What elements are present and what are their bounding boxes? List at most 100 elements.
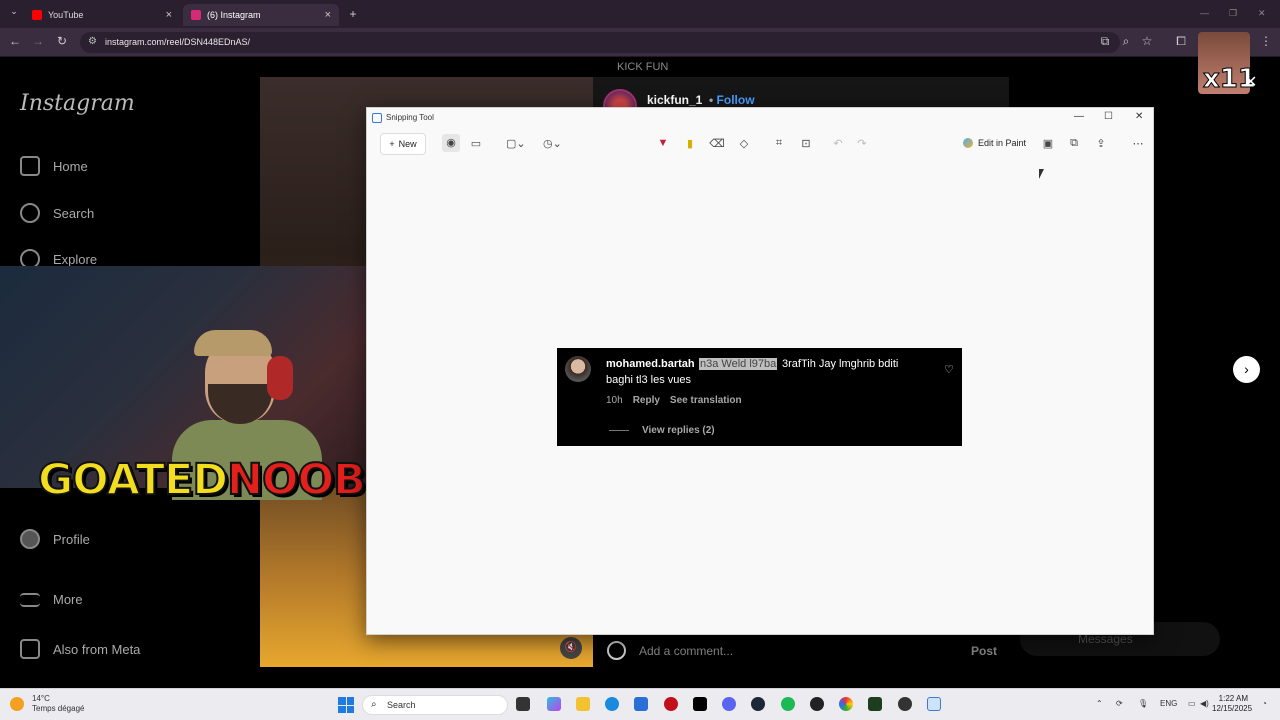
nav-label: Search [53,205,95,221]
nav-also-from-meta[interactable]: Also from Meta [20,639,140,659]
tray-chevron-icon[interactable]: ⌃ [1096,699,1103,708]
close-tab-icon[interactable]: × [166,9,172,21]
app-icon[interactable] [810,697,824,711]
volume-icon[interactable]: ◀) [1200,699,1209,708]
close-window-icon[interactable]: ✕ [1258,8,1266,19]
app-icon[interactable] [868,697,882,711]
notification-icon[interactable]: ◔ [1262,699,1267,708]
crop-icon[interactable]: ⌗ [771,137,787,150]
extensions-icon[interactable]: ⧠ [1173,34,1189,49]
nav-search[interactable]: Search [20,203,94,223]
add-comment-input[interactable]: Add a comment... [639,644,733,658]
copy-icon[interactable]: ⧉ [1066,137,1082,150]
maximize-icon[interactable]: ❐ [1229,8,1237,19]
menu-icon [20,592,40,607]
comment-highlighted-text: n3a Weld l97ba [699,358,778,370]
commenter-avatar[interactable] [565,356,591,382]
mute-icon[interactable]: 🔇 [560,637,582,659]
more-options-icon[interactable]: ⋯ [1130,137,1146,150]
nav-profile[interactable]: Profile [20,529,90,549]
file-explorer-icon[interactable] [576,697,590,711]
undo-icon[interactable]: ↶ [830,137,846,150]
nav-home[interactable]: Home [20,156,88,176]
task-view-icon[interactable] [516,697,530,711]
chrome-icon[interactable] [839,697,853,711]
captured-comment: mohamed.bartah n3a Weld l97ba 3rafTih Ja… [557,348,962,446]
zoom-icon[interactable]: ⌕ [1118,34,1134,49]
tray-app-icon[interactable]: ⟳ [1116,699,1123,708]
close-icon[interactable]: ✕ [1244,72,1257,92]
redo-icon[interactable]: ↷ [854,137,870,150]
discord-icon[interactable] [722,697,736,711]
app-icon[interactable] [664,697,678,711]
follow-button[interactable]: • Follow [709,93,755,107]
save-icon[interactable]: ▣ [1040,137,1056,150]
new-tab-button[interactable]: + [345,7,361,21]
text-actions-icon[interactable]: ⊡ [798,137,814,150]
tab-instagram[interactable]: (6) Instagram × [183,4,339,26]
edge-icon[interactable] [605,697,619,711]
new-snip-button[interactable]: + New [380,133,426,155]
url-text: instagram.com/reel/DSN448EDnAS/ [105,37,251,47]
start-button[interactable] [338,697,354,713]
bookmark-star-icon[interactable]: ☆ [1139,34,1155,48]
network-icon[interactable]: ▭ [1188,699,1196,708]
highlighter-icon[interactable]: ▮ [682,137,698,150]
nav-more[interactable]: More [20,592,83,607]
microphone-icon[interactable]: 🎙 [1138,699,1148,708]
desktop: ⌄ YouTube × (6) Instagram × + — ❐ ✕ ← → … [0,0,1280,720]
netflix-icon[interactable] [693,697,707,711]
search-icon [20,203,40,223]
language-indicator[interactable]: ENG [1160,699,1177,708]
comment-time: 10h [606,395,623,406]
maximize-icon[interactable]: ☐ [1104,111,1113,122]
shapes-icon[interactable]: ◇ [736,137,752,150]
pen-icon[interactable]: ▼ [655,137,671,149]
minimize-icon[interactable]: — [1074,111,1084,122]
share-icon[interactable]: ⇪ [1093,137,1109,150]
forward-icon[interactable]: → [30,34,46,48]
address-bar[interactable]: ⚙ instagram.com/reel/DSN448EDnAS/ [80,32,1120,53]
steam-icon[interactable] [751,697,765,711]
replies-divider [609,430,629,431]
minimize-icon[interactable]: — [1200,8,1209,18]
install-app-icon[interactable]: ⧉ [1097,34,1113,49]
back-icon[interactable]: ← [7,34,23,48]
view-replies-button[interactable]: View replies (2) [642,425,715,436]
account-name[interactable]: kickfun_1 [647,93,702,107]
emoji-icon[interactable] [607,641,626,660]
nav-label: Home [53,158,88,174]
like-heart-icon[interactable]: ♡ [944,363,954,376]
headset-icon [267,356,293,400]
edit-in-paint-button[interactable]: Edit in Paint [963,138,1026,148]
system-clock[interactable]: 1:22 AM 12/15/2025 [1212,694,1252,714]
spotify-icon[interactable] [781,697,795,711]
taskbar-search[interactable]: ⌕ Search [362,695,508,715]
see-translation-button[interactable]: See translation [670,395,742,406]
store-icon[interactable] [634,697,648,711]
weather-widget[interactable]: 14°C Temps dégagé [10,694,84,714]
eraser-icon[interactable]: ⌫ [709,137,725,150]
site-info-icon[interactable]: ⚙ [88,36,97,47]
next-reel-button[interactable]: › [1233,356,1260,383]
snip-shape-icon[interactable]: ▢⌄ [506,137,526,150]
comment-username[interactable]: mohamed.bartah [606,358,695,370]
tab-youtube[interactable]: YouTube × [24,4,180,26]
youtube-icon [32,10,42,20]
snipping-tool-taskbar-icon[interactable] [927,697,941,711]
close-tab-icon[interactable]: × [325,9,331,21]
reload-icon[interactable]: ↻ [54,34,70,48]
reply-button[interactable]: Reply [633,395,660,406]
app-icon[interactable] [898,697,912,711]
sun-icon [10,697,24,711]
browser-menu-icon[interactable]: ⋮ [1258,34,1274,48]
post-button[interactable]: Post [971,644,997,658]
close-icon[interactable]: ✕ [1135,111,1143,122]
camera-mode-icon[interactable]: ◉ [442,134,460,152]
nav-label: Also from Meta [53,641,141,657]
instagram-logo[interactable]: Instagram [20,91,135,116]
tab-search-button[interactable]: ⌄ [6,6,22,17]
video-mode-icon[interactable]: ▭ [468,137,484,150]
timer-icon[interactable]: ◷⌄ [543,137,562,150]
copilot-icon[interactable] [547,697,561,711]
